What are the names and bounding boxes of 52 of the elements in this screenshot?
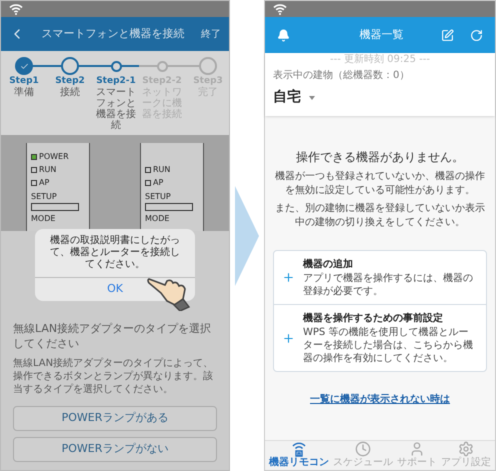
action-description: WPS 等の機能を使用して機器とルーターを接続した場合は、こちらから機器の操作を有効にしてください。 — [303, 326, 474, 365]
settings-icon — [458, 441, 474, 457]
mode-label: MODE — [145, 215, 170, 223]
clock-icon — [355, 441, 371, 457]
step-label: Step2-1 — [96, 75, 136, 87]
action-title: 機器を操作するための事前設定 — [303, 311, 444, 326]
tab[interactable]: 機器リモコン — [269, 441, 329, 470]
arrow-icon — [235, 186, 259, 286]
lamp-label: RUN — [153, 166, 170, 174]
lamp-label: AP — [153, 179, 164, 187]
lamp-label: RUN — [39, 166, 56, 174]
setup-key — [145, 203, 193, 211]
bell-icon[interactable] — [277, 28, 290, 42]
plus-icon — [282, 332, 295, 344]
empty-title: 操作できる機器がありません。 — [295, 149, 465, 166]
step-caption: 接続 — [59, 87, 81, 98]
screen-title: スマートフォンと機器を接続 — [40, 26, 186, 42]
lamp-label: AP — [39, 179, 50, 187]
setup-label: SETUP — [31, 193, 58, 201]
user-icon — [409, 441, 425, 457]
caret-icon — [309, 96, 315, 100]
wifi-icon — [273, 3, 287, 15]
action-description: アプリで機器を操作するには、機器の登録が必要です。 — [303, 272, 474, 298]
building-dropdown[interactable]: 自宅 — [273, 83, 487, 112]
step-label: Step2 — [55, 75, 85, 86]
refresh-icon[interactable] — [470, 28, 483, 42]
update-time: --- 更新時刻 09:25 --- — [328, 53, 431, 66]
section-heading: 無線LAN接続アダプターのタイプを選択してください — [13, 320, 212, 350]
action-title: 機器の追加 — [303, 258, 354, 272]
setup-label: SETUP — [145, 193, 172, 201]
edit-icon[interactable] — [441, 28, 454, 42]
action-item[interactable]: 機器の追加 アプリで機器を操作するには、機器の登録が必要です。 — [274, 251, 486, 304]
empty-message: 機器が一つも登録されていないか、機器の操作を無効に設定している可能性があります。 — [274, 170, 486, 198]
dialog-message: 機器の取扱説明書にしたがって、機器とルーターを接続してください。 — [49, 234, 181, 272]
screen-title: 機器一覧 — [358, 26, 404, 43]
step-label: Step1 — [9, 75, 39, 87]
plus-icon — [282, 271, 295, 284]
finish-button[interactable]: 終了 — [201, 26, 221, 42]
help-link[interactable]: 一覧に機器が表示されない時は — [310, 392, 450, 407]
option-button[interactable]: POWERランプがある — [13, 406, 217, 431]
lamp-label: POWER — [39, 153, 69, 161]
wifi-icon — [9, 3, 23, 15]
action-item[interactable]: 機器を操作するための事前設定 WPS 等の機能を使用して機器とルーターを接続した場合は、こちらから機器の操作を有効にしてください。 — [274, 304, 486, 371]
remote-icon — [291, 441, 307, 457]
section-description: 無線LAN接続アダプターのタイプによって、操作できるボタンとランプが異なります。該当するタイプを選択してください。 — [13, 356, 214, 396]
step-caption: 準備 — [13, 87, 35, 98]
step-caption: スマートフォンと機器を接続 — [95, 87, 137, 131]
building-caption: 表示中の建物（総機器数：0） — [273, 68, 410, 83]
empty-message: また、別の建物に機器を登録していないか表示中の建物の切り換えをしてください。 — [274, 202, 486, 230]
setup-key — [31, 203, 79, 211]
mode-label: MODE — [31, 215, 56, 223]
option-button[interactable]: POWERランプがない — [13, 437, 217, 462]
